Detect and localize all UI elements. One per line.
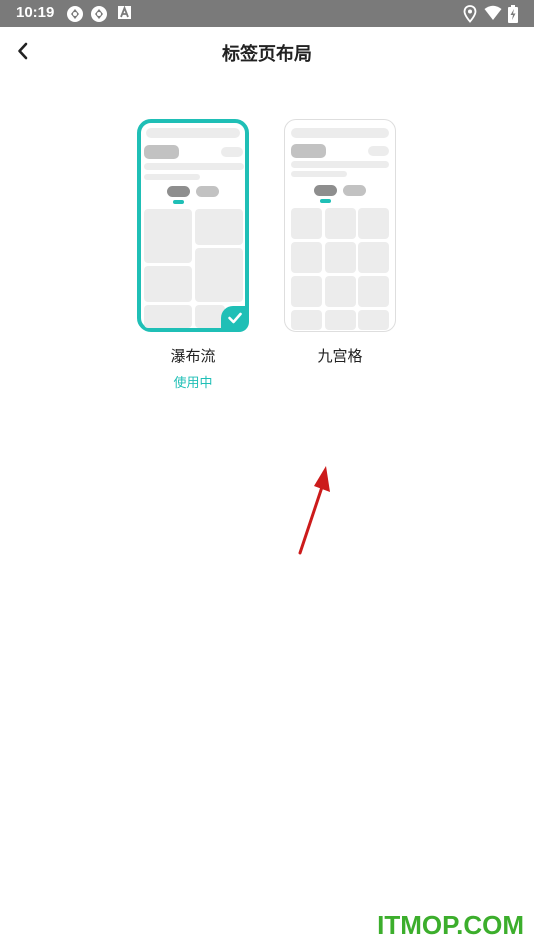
preview-search-bar bbox=[146, 128, 240, 138]
preview-tab-active bbox=[167, 186, 190, 197]
layout-label-grid: 九宫格 bbox=[317, 347, 363, 365]
preview-tile bbox=[291, 310, 322, 330]
preview-tile bbox=[195, 248, 243, 302]
font-icon bbox=[118, 5, 132, 25]
preview-badge bbox=[368, 146, 389, 156]
preview-tab bbox=[343, 185, 366, 196]
preview-tile bbox=[358, 208, 389, 239]
preview-tab-active bbox=[314, 185, 337, 196]
preview-tile bbox=[291, 276, 322, 307]
preview-tile bbox=[195, 209, 243, 245]
preview-line bbox=[291, 171, 347, 177]
annotation-arrow-icon bbox=[298, 466, 330, 555]
battery-charging-icon bbox=[508, 5, 518, 27]
preview-badge bbox=[221, 147, 243, 157]
check-icon bbox=[228, 312, 242, 324]
selected-check-badge bbox=[221, 306, 249, 332]
preview-tile bbox=[144, 266, 192, 302]
preview-tile bbox=[291, 208, 322, 239]
preview-tile bbox=[144, 209, 192, 263]
layout-status-in-use: 使用中 bbox=[173, 376, 213, 391]
preview-logo bbox=[144, 145, 179, 159]
preview-tab bbox=[196, 186, 219, 197]
wifi-icon bbox=[484, 5, 502, 25]
preview-line bbox=[144, 163, 244, 170]
preview-tile bbox=[291, 242, 322, 273]
sync-icon bbox=[90, 5, 108, 27]
preview-tile bbox=[144, 305, 192, 328]
preview-tile bbox=[358, 276, 389, 307]
layout-card-grid[interactable] bbox=[284, 119, 396, 332]
preview-tile bbox=[325, 276, 356, 307]
preview-tile bbox=[358, 310, 389, 330]
location-icon bbox=[463, 5, 477, 27]
preview-tile bbox=[325, 310, 356, 330]
status-bar: 10:19 bbox=[0, 0, 534, 27]
preview-tile bbox=[325, 242, 356, 273]
layout-card-waterfall[interactable] bbox=[137, 119, 249, 332]
preview-tile bbox=[358, 242, 389, 273]
preview-tile bbox=[325, 208, 356, 239]
preview-tab-indicator bbox=[320, 199, 331, 203]
app-header: 标签页布局 bbox=[0, 27, 534, 77]
status-time: 10:19 bbox=[16, 4, 55, 21]
layout-label-waterfall: 瀑布流 bbox=[170, 347, 216, 365]
page-title: 标签页布局 bbox=[222, 44, 312, 65]
preview-line bbox=[144, 174, 200, 180]
preview-tab-indicator bbox=[173, 200, 184, 204]
preview-logo bbox=[291, 144, 326, 158]
preview-line bbox=[291, 161, 389, 168]
sync-icon bbox=[66, 5, 84, 27]
watermark: ITMOP.COM bbox=[377, 910, 524, 940]
preview-search-bar bbox=[291, 128, 389, 138]
